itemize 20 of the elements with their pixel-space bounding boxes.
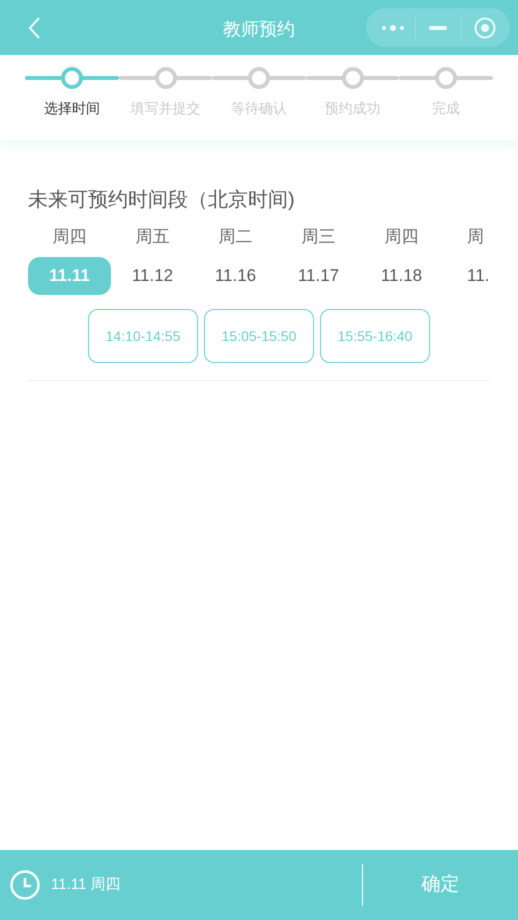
selected-date-text: 11.11 周四 [51,874,120,895]
back-icon[interactable] [27,16,41,40]
weekday-label: 周五 [136,226,170,248]
page-title: 教师预约 [222,18,296,41]
minimize-icon[interactable] [429,26,447,30]
clock-icon [10,870,40,900]
section-title: 未来可预约时间段（北京时间) [28,188,296,212]
step-label: 选择时间 [44,99,100,118]
weekday-label: 周二 [218,226,252,248]
date-tab[interactable]: 11.16 [194,257,277,295]
weekday-label: 周四 [384,226,418,248]
weekday-label: 周三 [302,226,336,248]
date-tab[interactable]: 11.17 [277,257,360,295]
date-tab[interactable]: 11.12 [111,257,194,295]
more-icon[interactable] [381,24,405,32]
close-icon[interactable] [474,16,496,38]
date-tab[interactable]: 11. [467,257,490,295]
weekday-label: 周 [467,226,484,248]
weekday-label: 周四 [52,226,86,248]
date-tab[interactable]: 11.18 [360,257,443,295]
